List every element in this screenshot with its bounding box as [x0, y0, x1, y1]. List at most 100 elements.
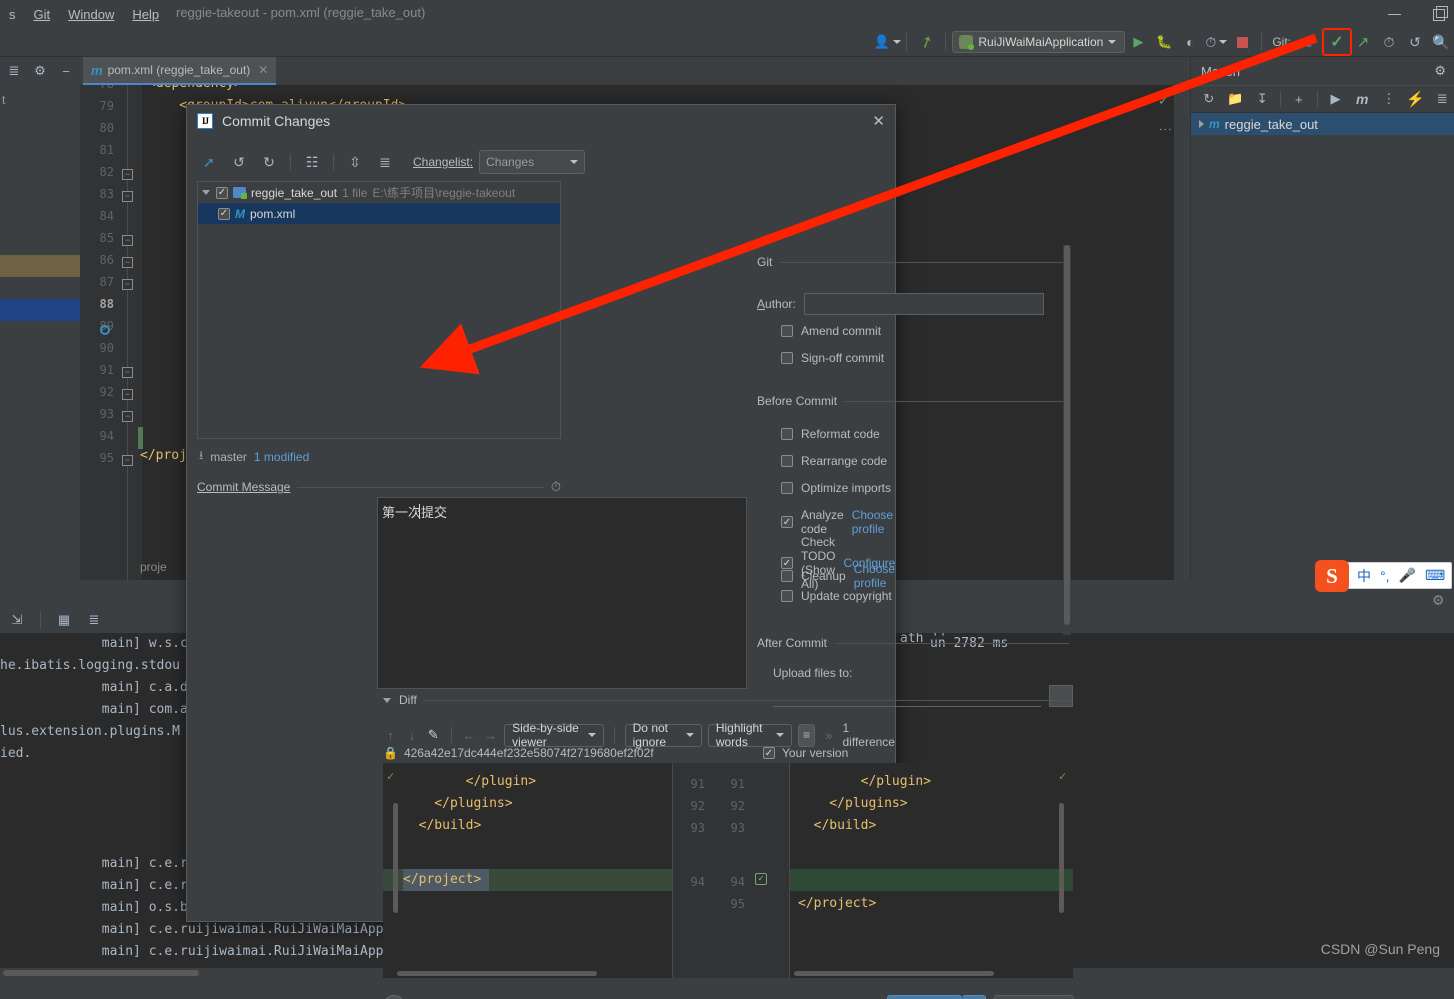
- keyboard-icon[interactable]: ⌨: [1425, 567, 1445, 584]
- menu-item-window[interactable]: Window: [59, 5, 123, 24]
- build-icon[interactable]: ➚: [913, 30, 939, 54]
- hide-icon[interactable]: −: [54, 60, 78, 82]
- amend-commit-row[interactable]: Amend commit: [781, 324, 881, 338]
- debug-icon[interactable]: 🐛: [1151, 30, 1177, 54]
- diff-viewer[interactable]: </plugin> </plugins> </build> </project>…: [383, 763, 1073, 978]
- commit-button[interactable]: Commit: [887, 995, 962, 999]
- changelist-select[interactable]: Changes: [479, 150, 586, 174]
- plus-icon[interactable]: +: [1287, 88, 1311, 110]
- diff-right-scrollbar[interactable]: [1059, 803, 1064, 913]
- sogou-logo-icon[interactable]: S: [1315, 560, 1349, 592]
- modified-count[interactable]: 1 modified: [254, 450, 309, 464]
- editor-gutter[interactable]: 78 79 80 81 82 83 84 85 86 87 88 89 90 9…: [80, 85, 142, 580]
- git-commit-icon[interactable]: ✓: [1322, 28, 1352, 56]
- checkbox-sign-off-commit[interactable]: [781, 352, 793, 364]
- execute-icon[interactable]: ⚡: [1404, 88, 1428, 110]
- checkbox-optimize-imports[interactable]: [781, 482, 793, 494]
- next-difference-icon[interactable]: ↓: [404, 724, 419, 746]
- diff-left-hscrollbar[interactable]: [383, 969, 672, 978]
- ime-mode-icon[interactable]: 中: [1357, 566, 1371, 586]
- options-scrollbar[interactable]: [1063, 245, 1071, 635]
- help-button[interactable]: ?: [383, 995, 405, 999]
- reformat-code-row[interactable]: Reformat code: [781, 427, 880, 441]
- run-maven-goal-icon[interactable]: ▶: [1324, 88, 1348, 110]
- cleanup-profile-link[interactable]: Choose profile: [854, 562, 895, 590]
- maven-tree-item-root[interactable]: m reggie_take_out: [1191, 113, 1454, 135]
- refresh-icon[interactable]: ↻: [257, 150, 281, 174]
- breakpoint-icon[interactable]: [100, 325, 110, 335]
- search-everywhere-icon[interactable]: 🔍: [1428, 30, 1454, 54]
- fold-marker[interactable]: −: [122, 235, 133, 246]
- download-sources-icon[interactable]: ↧: [1250, 88, 1274, 110]
- commit-message-input[interactable]: 第一次提交: [377, 497, 747, 689]
- minimize-icon[interactable]: [1386, 5, 1404, 23]
- ime-settings-icon[interactable]: ⚙: [1432, 592, 1445, 609]
- fold-marker[interactable]: −: [122, 191, 133, 202]
- menu-item-git[interactable]: Git: [25, 5, 60, 24]
- checkbox-your-version[interactable]: ✓: [763, 747, 775, 759]
- fold-marker[interactable]: −: [122, 367, 133, 378]
- analyze-code-row[interactable]: ✓ Analyze code Choose profile: [781, 508, 895, 536]
- revert-icon[interactable]: ↺: [227, 150, 251, 174]
- print-icon[interactable]: ▦: [51, 609, 77, 631]
- chevron-down-icon[interactable]: [202, 190, 210, 195]
- cleanup-row[interactable]: Cleanup Choose profile: [781, 562, 895, 590]
- user-icon[interactable]: 👤: [874, 30, 901, 54]
- rearrange-code-row[interactable]: Rearrange code: [781, 454, 887, 468]
- sign-off-commit-row[interactable]: Sign-off commit: [781, 351, 884, 365]
- refresh-icon[interactable]: ↻: [1197, 88, 1221, 110]
- edit-source-icon[interactable]: ✎: [426, 724, 441, 746]
- stop-icon[interactable]: [1229, 30, 1255, 54]
- add-maven-project-icon[interactable]: 📁: [1224, 88, 1248, 110]
- cancel-button[interactable]: Cancel: [994, 995, 1074, 999]
- run-icon[interactable]: ▶: [1125, 30, 1151, 54]
- tree-row-file[interactable]: ✓ M pom.xml: [198, 203, 560, 224]
- collapse-unchanged-icon[interactable]: ≡: [797, 723, 816, 747]
- chevron-down-icon[interactable]: [383, 697, 391, 703]
- fold-marker[interactable]: −: [122, 169, 133, 180]
- checkbox-rearrange-code[interactable]: [781, 455, 793, 467]
- checkbox-analyze-code[interactable]: ✓: [781, 516, 793, 528]
- collapse-all-icon[interactable]: ≣: [373, 150, 397, 174]
- collapse-icon[interactable]: ≣: [2, 60, 26, 82]
- diff-ignore-select[interactable]: Do not ignore: [624, 721, 702, 749]
- diff-viewer-mode-select[interactable]: Side-by-side viewer: [504, 721, 604, 749]
- apply-left-icon[interactable]: ←: [462, 724, 477, 746]
- fold-marker[interactable]: −: [122, 257, 133, 268]
- maximize-icon[interactable]: [1430, 5, 1448, 23]
- expand-all-icon[interactable]: ⇳: [343, 150, 367, 174]
- microphone-icon[interactable]: 🎤: [1399, 567, 1416, 584]
- author-field[interactable]: [803, 293, 1044, 315]
- checkbox-update-copyright[interactable]: [781, 590, 793, 602]
- accept-change-icon[interactable]: ✓: [755, 873, 767, 885]
- run-with-coverage-icon[interactable]: ◐: [1177, 30, 1203, 54]
- ime-toolbar[interactable]: S 中 °, 🎤 ⌨: [1315, 560, 1452, 592]
- checkbox-reformat-code[interactable]: [781, 428, 793, 440]
- checkbox-file[interactable]: ✓: [218, 207, 230, 220]
- apply-right-icon[interactable]: →: [483, 724, 498, 746]
- previous-difference-icon[interactable]: ↑: [383, 724, 398, 746]
- analyze-code-profile-link[interactable]: Choose profile: [852, 508, 895, 536]
- ime-punctuation-icon[interactable]: °,: [1380, 568, 1390, 584]
- checkbox-root[interactable]: ✓: [216, 186, 228, 199]
- fold-marker[interactable]: −: [122, 389, 133, 400]
- update-copyright-row[interactable]: Update copyright: [781, 589, 892, 603]
- soft-wrap-icon[interactable]: ⇲: [4, 609, 30, 631]
- toggle-skip-tests-icon[interactable]: ⋮: [1377, 88, 1401, 110]
- settings-icon[interactable]: ⚙: [1434, 63, 1446, 79]
- chevron-right-icon[interactable]: [1199, 120, 1204, 128]
- fold-marker[interactable]: −: [122, 279, 133, 290]
- menu-item-help[interactable]: Help: [123, 5, 168, 24]
- changed-files-tree[interactable]: ✓ reggie_take_out 1 file E:\练手项目\reggie-…: [197, 181, 561, 439]
- diff-right-hscrollbar[interactable]: [790, 969, 1073, 978]
- history-icon[interactable]: ⏱: [1376, 30, 1402, 54]
- maven-icon[interactable]: m: [1350, 88, 1374, 110]
- more-options-icon[interactable]: »: [821, 724, 836, 746]
- collapse-all-icon[interactable]: ≣: [1430, 88, 1454, 110]
- commit-options-button[interactable]: [962, 995, 986, 999]
- profiler-icon[interactable]: ⏱: [1203, 30, 1229, 54]
- menu-item-s[interactable]: s: [0, 5, 25, 24]
- tab-pom-xml[interactable]: m pom.xml (reggie_take_out) ✕: [83, 57, 277, 85]
- settings-icon[interactable]: ⚙: [28, 60, 52, 82]
- show-diff-icon[interactable]: ➚: [197, 150, 221, 174]
